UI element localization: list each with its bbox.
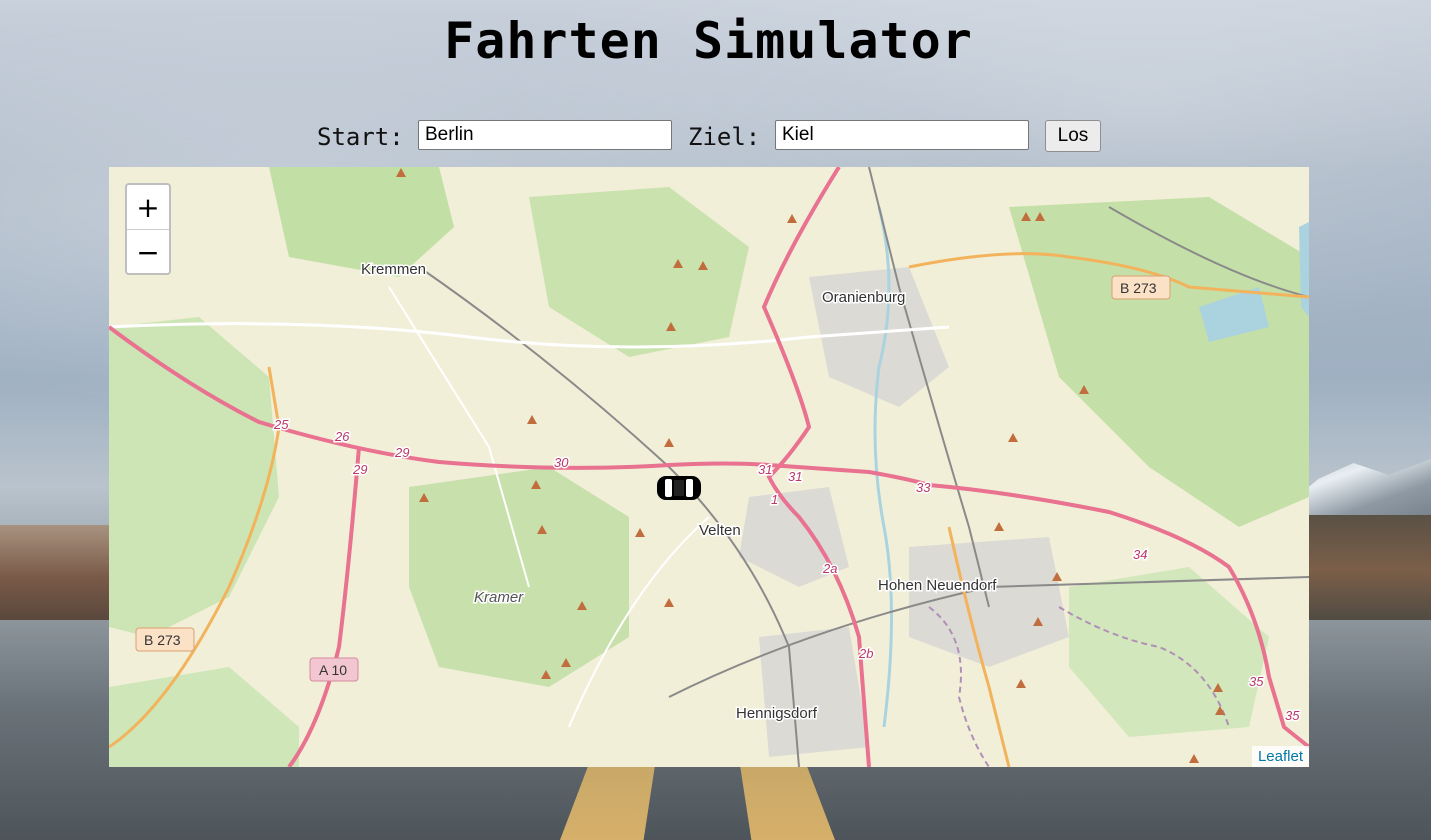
zoom-in-button[interactable]: + bbox=[127, 185, 169, 230]
road-shield: B 273 bbox=[1120, 280, 1157, 296]
exit-number: 30 bbox=[554, 455, 569, 470]
motorway bbox=[287, 446, 361, 767]
exit-number: 35 bbox=[1285, 708, 1300, 723]
road-shield: A 10 bbox=[319, 662, 347, 678]
exit-number: 1 bbox=[771, 492, 778, 507]
forest-area bbox=[529, 187, 749, 357]
forest-area bbox=[1069, 567, 1269, 737]
exit-number: 33 bbox=[916, 480, 931, 495]
exit-number: 31 bbox=[788, 469, 802, 484]
place-label: Hennigsdorf bbox=[736, 705, 818, 722]
place-label: Kramer bbox=[474, 589, 524, 606]
place-label: Oranienburg bbox=[822, 289, 905, 306]
exit-number: 29 bbox=[352, 462, 367, 477]
lane-marking bbox=[740, 765, 835, 840]
exit-number: 25 bbox=[273, 417, 289, 432]
exit-number: 29 bbox=[394, 445, 409, 460]
ziel-label: Ziel: bbox=[688, 123, 761, 151]
place-label: Kremmen bbox=[361, 261, 426, 278]
map-tiles: Kremmen Oranienburg Velten Hohen Neuendo… bbox=[109, 167, 1309, 767]
ziel-input[interactable] bbox=[775, 120, 1029, 150]
start-label: Start: bbox=[317, 123, 404, 151]
lane-marking bbox=[560, 765, 655, 840]
forest-area bbox=[409, 467, 629, 687]
exit-number: 2b bbox=[858, 646, 873, 661]
place-label: Velten bbox=[699, 522, 741, 539]
los-button[interactable]: Los bbox=[1045, 120, 1101, 152]
exit-number: 35 bbox=[1249, 674, 1264, 689]
attribution-link[interactable]: Leaflet bbox=[1251, 746, 1309, 767]
urban-area bbox=[759, 627, 869, 757]
exit-number: 26 bbox=[334, 429, 350, 444]
start-input[interactable] bbox=[418, 120, 672, 150]
exit-number: 2a bbox=[822, 561, 837, 576]
page-title: Fahrten Simulator bbox=[444, 12, 973, 70]
forest-area bbox=[109, 317, 279, 637]
route-form: Start: Ziel: Los bbox=[0, 120, 1431, 152]
map[interactable]: Kremmen Oranienburg Velten Hohen Neuendo… bbox=[109, 167, 1309, 767]
road-shield: B 273 bbox=[144, 632, 181, 648]
exit-number: 34 bbox=[1133, 547, 1147, 562]
exit-number: 31 bbox=[758, 462, 772, 477]
car-marker-icon bbox=[656, 473, 702, 503]
urban-area bbox=[909, 537, 1069, 667]
forest-area bbox=[1009, 197, 1309, 527]
zoom-control: + − bbox=[125, 183, 171, 275]
landscape-right bbox=[1309, 515, 1431, 625]
zoom-out-button[interactable]: − bbox=[127, 230, 169, 275]
forest-area bbox=[109, 667, 299, 767]
place-label: Hohen Neuendorf bbox=[878, 577, 997, 594]
